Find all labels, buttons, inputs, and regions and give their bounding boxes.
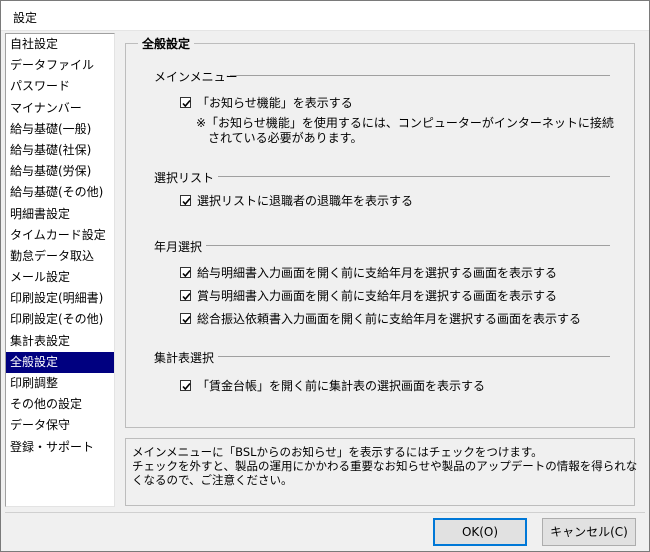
checkbox-checked-icon[interactable] [180, 97, 191, 108]
sidebar-item[interactable]: 印刷設定(その他) [6, 309, 114, 330]
settings-category-list[interactable]: 自社設定 データファイル パスワード マイナンバー 給与基礎(一般) 給与基礎(社保) 給与… [5, 33, 115, 507]
sidebar-item[interactable]: その他の設定 [6, 394, 114, 415]
sidebar-item[interactable]: 給与基礎(社保) [6, 140, 114, 161]
checkbox-checked-icon[interactable] [180, 313, 191, 324]
section-divider [206, 245, 610, 246]
sidebar-item[interactable]: データファイル [6, 55, 114, 76]
checkbox-label: 「お知らせ機能」を表示する [197, 96, 353, 110]
ok-button[interactable]: OK(O) [433, 518, 527, 546]
sidebar-item[interactable]: 自社設定 [6, 34, 114, 55]
sidebar-item[interactable]: 給与基礎(一般) [6, 119, 114, 140]
help-text-line-1: メインメニューに「BSLからのお知らせ」を表示するにはチェックをつけます。 [132, 445, 543, 459]
checkbox-label: 「賃金台帳」を開く前に集計表の選択画面を表示する [197, 379, 486, 393]
settings-window: 設定 自社設定 データファイル パスワード マイナンバー 給与基礎(一般) 給与基礎(社保… [0, 0, 650, 552]
section-heading-select-list: 選択リスト [154, 171, 215, 185]
sidebar-item[interactable]: タイムカード設定 [6, 225, 114, 246]
sidebar-item[interactable]: 全般設定 [6, 351, 114, 373]
group-title: 全般設定 [138, 35, 195, 52]
general-settings-group: 全般設定 メインメニュー 「お知らせ機能」を表示する ※「お知らせ機能」を使用す… [125, 35, 635, 428]
checkbox-checked-icon[interactable] [180, 267, 191, 278]
sidebar-item[interactable]: マイナンバー [6, 98, 114, 119]
title-bar: 設定 [1, 1, 649, 31]
checkbox-checked-icon[interactable] [180, 290, 191, 301]
sidebar-item[interactable]: 勤怠データ取込 [6, 246, 114, 267]
sidebar-item[interactable]: 集計表設定 [6, 331, 114, 352]
checkbox-label: 給与明細書入力画面を開く前に支給年月を選択する画面を表示する [197, 266, 558, 280]
help-text-line-3: くなるので、ご注意ください。 [132, 473, 293, 487]
cancel-button[interactable]: キャンセル(C) [542, 518, 636, 546]
checkbox-label: 総合振込依頼書入力画面を開く前に支給年月を選択する画面を表示する [197, 312, 582, 326]
sidebar-item[interactable]: データ保守 [6, 415, 114, 436]
section-divider [218, 176, 610, 177]
note-line-1: ※「お知らせ機能」を使用するには、コンピューターがインターネットに接続 [196, 116, 614, 130]
checkbox-checked-icon[interactable] [180, 380, 191, 391]
footer-divider [5, 512, 645, 513]
sidebar-item[interactable]: 明細書設定 [6, 204, 114, 225]
sidebar-item[interactable]: パスワード [6, 76, 114, 97]
sidebar-item[interactable]: 登録・サポート [6, 437, 114, 458]
sidebar-item[interactable]: メール設定 [6, 267, 114, 288]
window-title: 設定 [13, 11, 38, 25]
section-heading-main-menu: メインメニュー [154, 70, 238, 84]
section-divider [218, 356, 610, 357]
note-line-2: されている必要があります。 [208, 131, 363, 145]
sidebar-item[interactable]: 給与基礎(労保) [6, 161, 114, 182]
checkbox-label: 賞与明細書入力画面を開く前に支給年月を選択する画面を表示する [197, 289, 558, 303]
sidebar-item[interactable]: 印刷調整 [6, 373, 114, 394]
checkbox-label: 選択リストに退職者の退職年を表示する [197, 194, 414, 208]
section-heading-summary-select: 集計表選択 [154, 351, 215, 365]
checkbox-checked-icon[interactable] [180, 195, 191, 206]
section-divider [230, 75, 610, 76]
help-text-line-2: チェックを外すと、製品の運用にかかわる重要なお知らせや製品のアップデートの情報を… [132, 459, 638, 473]
sidebar-item[interactable]: 給与基礎(その他) [6, 182, 114, 203]
help-description-box: メインメニューに「BSLからのお知らせ」を表示するにはチェックをつけます。 チェ… [125, 438, 638, 506]
sidebar-item[interactable]: 印刷設定(明細書) [6, 288, 114, 309]
section-heading-year-month: 年月選択 [154, 240, 203, 254]
